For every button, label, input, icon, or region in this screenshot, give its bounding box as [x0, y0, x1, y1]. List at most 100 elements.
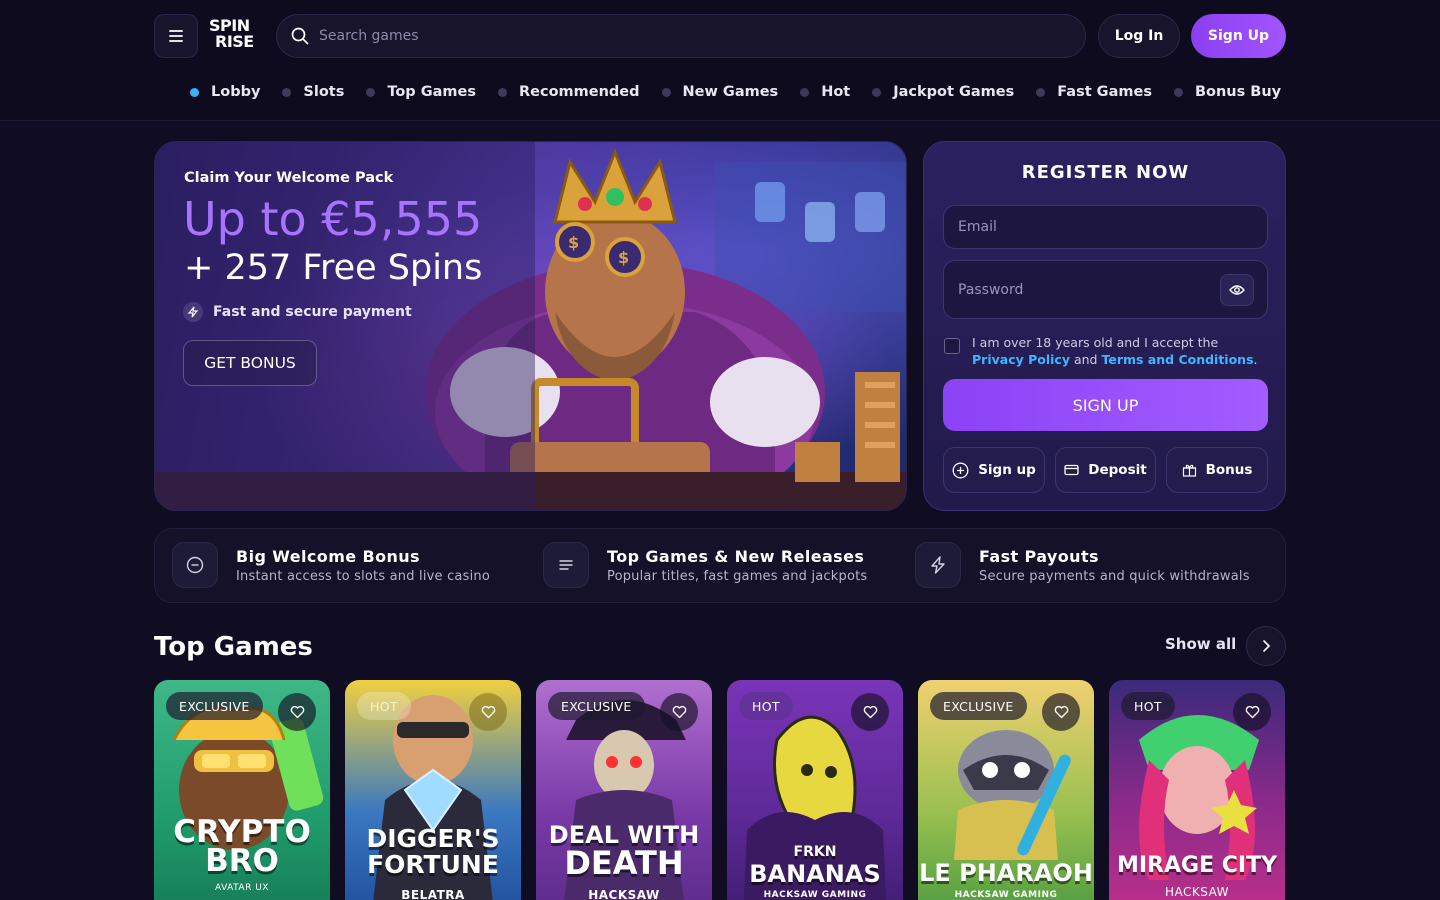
lightning-icon	[183, 302, 203, 322]
game-badge: EXCLUSIVE	[930, 692, 1027, 720]
feature-title: Top Games & New Releases	[607, 546, 865, 566]
nav-item-top-games[interactable]: Top Games	[366, 84, 476, 100]
nav-label: Slots	[303, 84, 345, 100]
card-icon	[1064, 464, 1079, 476]
chip-label: Deposit	[1088, 462, 1147, 478]
feature-title: Fast Payouts	[979, 546, 1099, 566]
chip-bonus[interactable]: Bonus	[1166, 447, 1268, 493]
nav-label: Recommended	[518, 84, 640, 100]
signup-button[interactable]: Sign Up	[1191, 14, 1286, 58]
favorite-button[interactable]	[278, 693, 316, 731]
svg-text:$: $	[568, 233, 579, 252]
nav-label: New Games	[682, 84, 779, 100]
nav-label: Fast Games	[1057, 84, 1152, 100]
bullet-icon	[800, 87, 810, 97]
svg-text:$: $	[618, 248, 629, 267]
password-input[interactable]	[958, 281, 1198, 298]
bullet-icon	[366, 87, 376, 97]
logo-line2: RISE	[215, 32, 254, 51]
nav-label: Jackpot Games	[893, 84, 1015, 100]
search-input[interactable]	[319, 28, 1019, 44]
password-field[interactable]	[943, 260, 1268, 319]
game-provider: HACKSAW	[1164, 885, 1230, 899]
favorite-button[interactable]	[1042, 693, 1080, 731]
menu-button[interactable]	[154, 14, 198, 58]
game-provider: HACKSAW	[588, 888, 660, 900]
game-card[interactable]: HOT MIRAGE CITY HACKSAW	[1109, 680, 1285, 900]
feature-title: Big Welcome Bonus	[236, 546, 420, 566]
favorite-button[interactable]	[660, 693, 698, 731]
nav-item-jackpot-games[interactable]: Jackpot Games	[872, 84, 1014, 100]
show-all-link[interactable]: Show all	[1165, 635, 1236, 653]
register-panel: REGISTER NOW I am over 18 years old and …	[923, 141, 1286, 511]
game-card[interactable]: HOT DIGGER'S FORTUNE BELATRA	[345, 680, 521, 900]
game-card[interactable]: EXCLUSIVE CRYPTO BRO AVATAR UX	[154, 680, 330, 900]
favorite-button[interactable]	[851, 693, 889, 731]
eye-icon	[1229, 285, 1245, 295]
gift-icon	[1182, 464, 1196, 477]
nav-item-recommended[interactable]: Recommended	[497, 84, 640, 100]
feature-fast-payouts: Fast Payouts Secure payments and quick wi…	[915, 542, 1250, 588]
game-provider: AVATAR UX	[215, 883, 269, 893]
game-provider: HACKSAW GAMING	[954, 890, 1058, 900]
feature-desc: Secure payments and quick withdrawals	[979, 568, 1250, 584]
game-badge: HOT	[357, 692, 411, 720]
game-badge: EXCLUSIVE	[166, 692, 263, 720]
game-title-line2: MIRAGE CITY	[1116, 853, 1278, 878]
feature-welcome-bonus: Big Welcome Bonus Instant access to slots…	[172, 542, 490, 588]
nav-item-slots[interactable]: Slots	[282, 84, 344, 100]
lightning-icon	[915, 542, 961, 588]
login-button[interactable]: Log In	[1098, 14, 1180, 58]
top-games-row: EXCLUSIVE CRYPTO BRO AVATAR UX HOT DIGGE…	[154, 680, 1285, 900]
logo[interactable]: SPIN RISE	[209, 18, 265, 54]
game-title-line2: BRO	[205, 843, 279, 879]
feature-desc: Instant access to slots and live casino	[236, 568, 490, 584]
game-provider: BELATRA	[401, 888, 465, 900]
nav-item-fast-games[interactable]: Fast Games	[1036, 84, 1152, 100]
terms-link[interactable]: Terms and Conditions	[1101, 352, 1253, 367]
game-title-line2: BANANAS	[749, 860, 881, 888]
nav-label: Hot	[821, 84, 851, 100]
hero-amount: Up to €5,555	[183, 192, 483, 246]
search-icon	[291, 27, 309, 45]
category-nav: Lobby Slots Top Games Recommended New Ga…	[190, 82, 1303, 102]
feature-desc: Popular titles, fast games and jackpots	[607, 568, 868, 584]
favorite-button[interactable]	[1233, 693, 1271, 731]
minus-circle-icon	[172, 542, 218, 588]
chip-sign-up[interactable]: Sign up	[943, 447, 1045, 493]
search-bar[interactable]	[276, 14, 1086, 58]
chip-label: Bonus	[1205, 462, 1253, 478]
chip-label: Sign up	[978, 462, 1036, 478]
chip-deposit[interactable]: Deposit	[1055, 447, 1156, 493]
heart-icon	[1245, 705, 1259, 719]
quick-actions: Sign up Deposit Bonus	[943, 447, 1268, 493]
email-field[interactable]	[943, 205, 1268, 249]
secure-payment-text: Fast and secure payment	[213, 304, 412, 320]
get-bonus-button[interactable]: GET BONUS	[183, 340, 317, 386]
show-all-arrow-button[interactable]	[1246, 626, 1286, 666]
consent-checkbox[interactable]	[944, 338, 960, 354]
game-title-line1: FRKN	[793, 844, 837, 860]
register-title: REGISTER NOW	[1021, 162, 1190, 183]
welcome-banner[interactable]: $ $ Claim Your Welcome Pack Up to €5,555…	[154, 141, 907, 511]
game-provider: HACKSAW GAMING	[763, 890, 867, 900]
game-card[interactable]: EXCLUSIVE LE PHARAOH HACKSAW GAMING	[918, 680, 1094, 900]
age-consent: I am over 18 years old and I accept the …	[944, 334, 1258, 368]
nav-item-new-games[interactable]: New Games	[661, 84, 779, 100]
show-password-button[interactable]	[1220, 274, 1254, 306]
bullet-icon	[190, 87, 199, 97]
secure-payment-note: Fast and secure payment	[183, 302, 412, 322]
bullet-icon	[872, 87, 882, 97]
register-signup-button[interactable]: SIGN UP	[943, 379, 1268, 431]
nav-item-lobby[interactable]: Lobby	[190, 84, 260, 100]
privacy-policy-link[interactable]: Privacy Policy	[972, 352, 1070, 367]
game-card[interactable]: HOT FRKN BANANAS HACKSAW GAMING	[727, 680, 903, 900]
favorite-button[interactable]	[469, 693, 507, 731]
nav-item-hot[interactable]: Hot	[800, 84, 850, 100]
nav-item-bonus-buy[interactable]: Bonus Buy	[1173, 84, 1282, 100]
nav-label: Bonus Buy	[1194, 84, 1282, 100]
hero-free-spins: + 257 Free Spins	[184, 248, 483, 288]
game-card[interactable]: EXCLUSIVE DEAL WITH DEATH HACKSAW	[536, 680, 712, 900]
email-input[interactable]	[958, 219, 1198, 235]
chevron-right-icon	[1263, 640, 1271, 652]
